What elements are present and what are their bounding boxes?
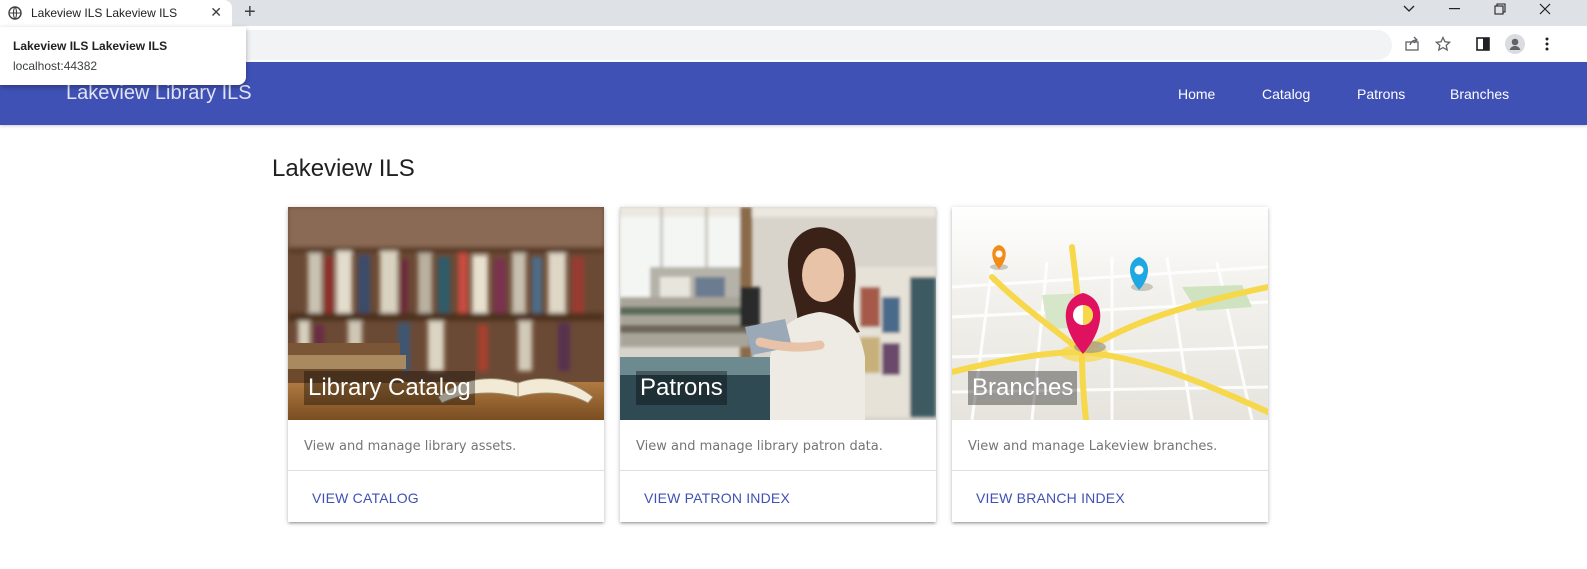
globe-icon	[8, 6, 22, 20]
plus-icon[interactable]: +	[244, 1, 256, 23]
tab-strip: Lakeview ILS Lakeview ILS ✕ +	[0, 0, 1587, 26]
card-title: Branches	[968, 371, 1078, 405]
card-library-catalog: Library Catalog View and manage library …	[288, 207, 604, 522]
nav-link-patrons[interactable]: Patrons	[1357, 86, 1405, 102]
card-branches: Branches View and manage Lakeview branch…	[952, 207, 1268, 522]
view-patron-index-button[interactable]: View Patron Index	[644, 490, 790, 506]
star-icon[interactable]	[1433, 34, 1453, 54]
minimize-icon[interactable]	[1446, 0, 1464, 18]
card-divider	[620, 470, 936, 471]
tab-hover-card: Lakeview ILS Lakeview ILS localhost:4438…	[0, 27, 246, 85]
tab-title: Lakeview ILS Lakeview ILS	[31, 6, 178, 20]
card-text: View and manage library assets.	[304, 439, 517, 454]
card-divider	[288, 470, 604, 471]
browser-tab[interactable]: Lakeview ILS Lakeview ILS ✕	[0, 0, 232, 26]
card-text: View and manage Lakeview branches.	[968, 439, 1218, 454]
close-icon[interactable]: ✕	[210, 3, 222, 21]
view-branch-index-button[interactable]: View Branch Index	[976, 490, 1125, 506]
navbar-brand[interactable]: Lakeview Library ILS	[66, 82, 252, 105]
restore-icon[interactable]	[1491, 0, 1509, 18]
share-icon[interactable]	[1402, 34, 1422, 54]
chevron-down-icon[interactable]	[1400, 0, 1418, 18]
page-title: Lakeview ILS	[272, 155, 415, 182]
hover-card-title: Lakeview ILS Lakeview ILS	[13, 39, 168, 53]
view-catalog-button[interactable]: View Catalog	[312, 490, 419, 506]
side-panel-icon[interactable]	[1473, 34, 1493, 54]
nav-link-catalog[interactable]: Catalog	[1262, 86, 1310, 102]
window-close-icon[interactable]	[1536, 0, 1554, 18]
nav-link-branches[interactable]: Branches	[1450, 86, 1509, 102]
card-divider	[952, 470, 1268, 471]
kebab-menu-icon[interactable]	[1537, 34, 1557, 54]
card-text: View and manage library patron data.	[636, 439, 883, 454]
card-title: Library Catalog	[304, 371, 475, 405]
card-patrons: Patrons View and manage library patron d…	[620, 207, 936, 522]
profile-icon[interactable]	[1505, 34, 1525, 54]
card-title: Patrons	[636, 371, 727, 405]
nav-link-home[interactable]: Home	[1178, 86, 1215, 102]
hover-card-url: localhost:44382	[13, 59, 98, 73]
address-bar[interactable]	[200, 30, 1392, 60]
